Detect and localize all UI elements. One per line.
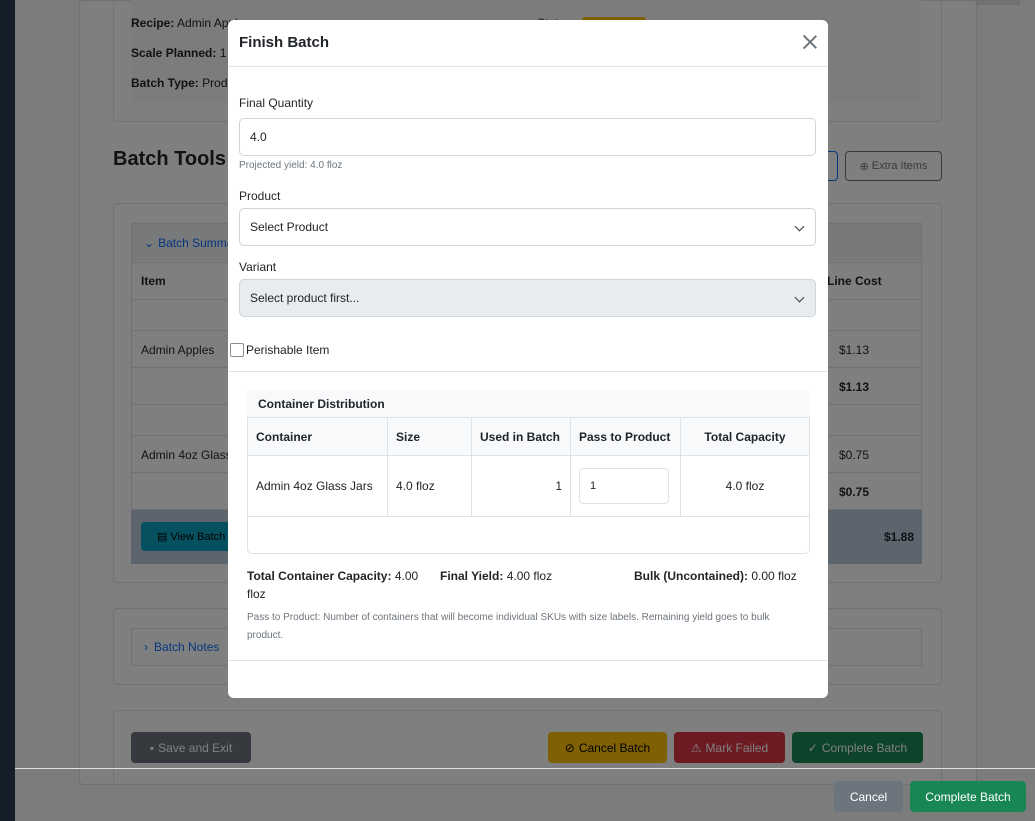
final-yield-value: 4.00 floz (506, 569, 553, 583)
final-yield-summary: Final Yield: 4.00 floz (440, 567, 552, 585)
cell-container: Admin 4oz Glass Jars (247, 455, 388, 517)
modal-footer-divider (15, 768, 1035, 769)
bulk-value: 0.00 floz (751, 569, 797, 583)
modal-header: Finish Batch (228, 20, 828, 67)
perishable-row: Perishable Item (230, 343, 329, 357)
header-used: Used in Batch (471, 417, 571, 456)
header-capacity: Total Capacity (680, 417, 810, 456)
table-row: Admin 4oz Glass Jars 4.0 floz 1 1 4.0 fl… (247, 455, 810, 517)
header-pass: Pass to Product (570, 417, 681, 456)
modal-title: Finish Batch (239, 34, 330, 51)
chevron-down-icon (794, 292, 805, 303)
total-capacity-label: Total Container Capacity: (247, 569, 392, 583)
bulk-summary: Bulk (Uncontained): 0.00 floz (634, 567, 797, 585)
variant-selected-value: Select product first... (250, 291, 360, 305)
perishable-label[interactable]: Perishable Item (246, 343, 329, 357)
header-size: Size (387, 417, 472, 456)
product-label: Product (239, 189, 281, 203)
cell-used: 1 (471, 455, 571, 517)
close-icon[interactable] (802, 34, 818, 50)
complete-batch-button[interactable]: Complete Batch (910, 781, 1026, 812)
bulk-label: Bulk (Uncontained): (634, 569, 748, 583)
cell-size: 4.0 floz (387, 455, 472, 517)
pass-to-product-note: Pass to Product: Number of containers th… (247, 612, 770, 641)
final-quantity-value: 4.0 (250, 130, 267, 144)
header-container: Container (247, 417, 388, 456)
pass-to-product-input[interactable]: 1 (579, 468, 669, 504)
product-selected-value: Select Product (250, 220, 329, 234)
container-distribution-card: Container Distribution Container Size Us… (229, 371, 827, 661)
variant-select[interactable]: Select product first... (239, 279, 816, 317)
container-distribution-title: Container Distribution (247, 390, 810, 417)
table-header-row: Container Size Used in Batch Pass to Pro… (247, 417, 810, 456)
variant-label: Variant (239, 260, 277, 274)
perishable-checkbox[interactable] (230, 343, 244, 357)
pass-to-product-value: 1 (590, 480, 597, 492)
product-select[interactable]: Select Product (239, 208, 816, 246)
cell-capacity: 4.0 floz (680, 455, 810, 517)
projected-yield-text: Projected yield: 4.0 floz (239, 160, 343, 171)
final-quantity-input[interactable]: 4.0 (239, 118, 816, 156)
chevron-down-icon (794, 221, 805, 232)
distribution-table-footer (247, 517, 810, 554)
container-distribution-table: Container Size Used in Batch Pass to Pro… (247, 417, 810, 517)
final-yield-label: Final Yield: (440, 569, 504, 583)
final-quantity-label: Final Quantity (239, 96, 314, 110)
total-capacity-summary: Total Container Capacity: 4.00 floz (247, 567, 432, 603)
cell-pass: 1 (570, 455, 681, 517)
finish-batch-modal: Finish Batch Final Quantity 4.0 Projecte… (228, 20, 828, 698)
cancel-button[interactable]: Cancel (834, 781, 903, 812)
